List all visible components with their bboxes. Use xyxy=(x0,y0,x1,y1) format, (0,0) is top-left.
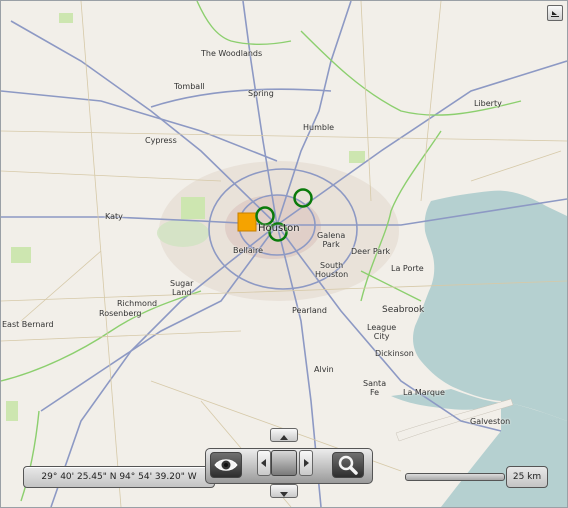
place-label: Santa Fe xyxy=(363,379,387,397)
arrow-down-icon xyxy=(280,492,288,497)
place-label: Dickinson xyxy=(375,349,414,358)
place-label: Alvin xyxy=(314,365,334,374)
place-label: Liberty xyxy=(474,99,502,108)
place-label: East Bernard xyxy=(2,320,54,329)
orange-location-marker[interactable] xyxy=(237,212,257,232)
place-label: Spring xyxy=(248,89,274,98)
place-label: Sugar Land xyxy=(170,279,194,297)
arrow-right-icon xyxy=(304,459,309,467)
place-label: Pearland xyxy=(292,306,327,315)
place-label: The Woodlands xyxy=(201,49,263,58)
place-label: Bellaire xyxy=(233,246,264,255)
coordinates-readout: 29° 40' 25.45" N 94° 54' 39.20" W xyxy=(23,466,215,488)
magnifier-icon xyxy=(338,455,358,475)
minimize-map-icon xyxy=(551,11,559,17)
park xyxy=(181,197,205,219)
reservoir xyxy=(157,219,209,247)
pan-down-button[interactable] xyxy=(270,484,298,498)
minimize-map-button[interactable] xyxy=(547,5,563,21)
park xyxy=(349,151,365,163)
zoom-button[interactable] xyxy=(332,452,364,478)
pan-center-button[interactable] xyxy=(271,450,297,476)
place-label: Seabrook xyxy=(382,305,425,315)
place-label: Katy xyxy=(105,212,123,221)
place-label: La Marque xyxy=(403,388,445,397)
pan-up-button[interactable] xyxy=(270,428,298,442)
view-button[interactable] xyxy=(210,452,242,478)
place-label: Richmond xyxy=(117,299,158,308)
place-label: Rosenberg xyxy=(99,309,142,318)
park xyxy=(6,401,18,421)
eye-icon xyxy=(214,459,238,471)
map-viewport[interactable]: The Woodlands Tomball Spring Humble Libe… xyxy=(0,0,568,508)
park xyxy=(11,247,31,263)
pan-control xyxy=(257,428,313,500)
scale-label: 25 km xyxy=(506,466,548,488)
place-label-major: Houston xyxy=(258,223,300,234)
place-label: League City xyxy=(367,323,397,341)
place-label: La Porte xyxy=(391,264,424,273)
place-label: Deer Park xyxy=(351,247,391,256)
place-label: Cypress xyxy=(145,136,177,145)
place-label: Galena Park xyxy=(317,231,346,249)
arrow-up-icon xyxy=(280,435,288,440)
place-label: Humble xyxy=(303,123,335,132)
place-label: South Houston xyxy=(315,261,349,279)
arrow-left-icon xyxy=(261,459,266,467)
park xyxy=(59,13,73,23)
pan-left-button[interactable] xyxy=(257,450,271,476)
galveston-bay xyxy=(413,190,567,421)
scale-bar xyxy=(405,473,505,481)
place-label: Tomball xyxy=(174,82,205,91)
place-label: Galveston xyxy=(470,417,511,426)
pan-right-button[interactable] xyxy=(299,450,313,476)
